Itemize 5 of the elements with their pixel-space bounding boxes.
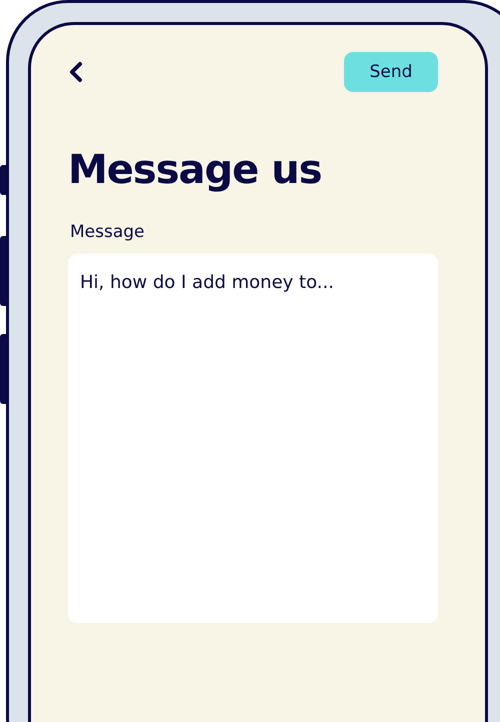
- message-field[interactable]: Hi, how do I add money to...: [68, 254, 438, 623]
- send-button[interactable]: Send: [344, 52, 438, 92]
- page-title: Message us: [68, 146, 323, 194]
- back-icon[interactable]: [68, 61, 84, 83]
- field-label: Message: [70, 221, 146, 244]
